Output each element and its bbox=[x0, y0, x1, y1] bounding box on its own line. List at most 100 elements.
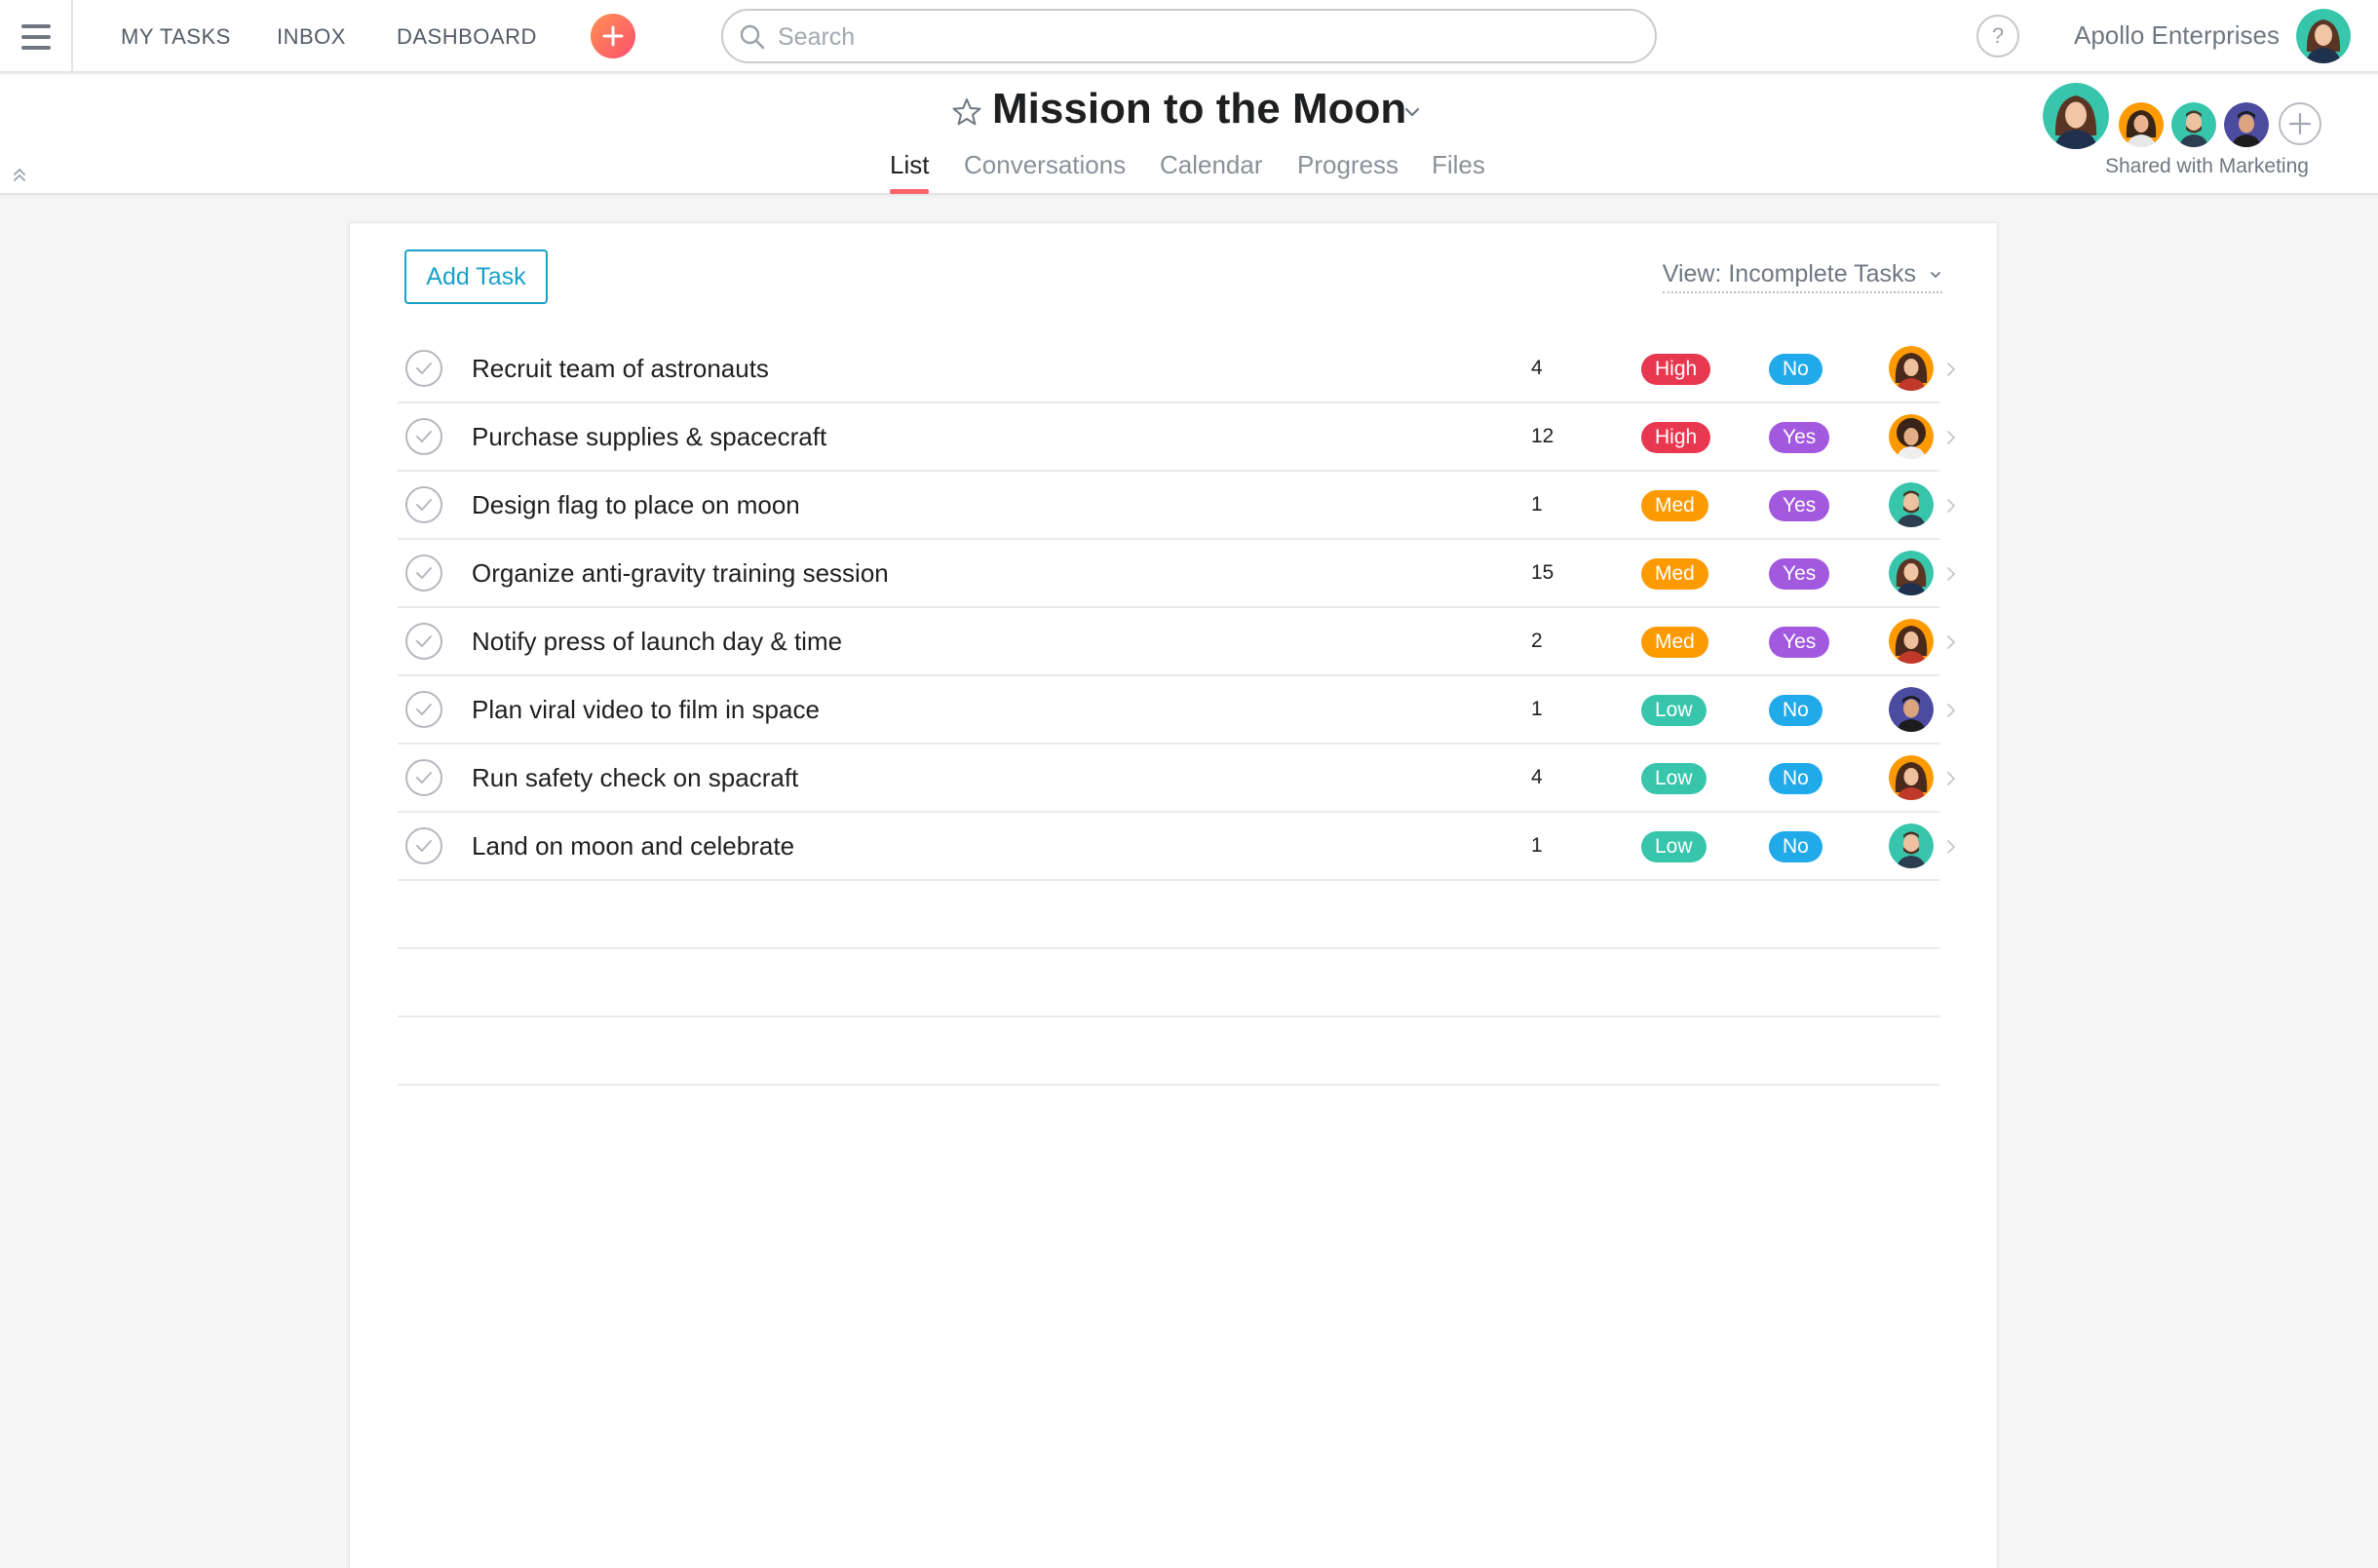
priority-badge[interactable]: Low bbox=[1641, 763, 1707, 794]
tab-calendar[interactable]: Calendar bbox=[1160, 150, 1263, 180]
add-member-button[interactable] bbox=[2279, 102, 2321, 145]
search-input[interactable] bbox=[778, 19, 1635, 56]
task-name[interactable]: Recruit team of astronauts bbox=[472, 335, 769, 402]
member-avatar[interactable] bbox=[2119, 102, 2164, 147]
empty-task-row[interactable] bbox=[398, 1017, 1939, 1086]
priority-badge[interactable]: Med bbox=[1641, 627, 1708, 658]
task-count: 4 bbox=[1531, 357, 1543, 379]
avatar-image bbox=[2224, 102, 2269, 147]
task-row[interactable]: Design flag to place on moon 1 Med Yes bbox=[398, 472, 1956, 540]
complete-task-checkbox[interactable] bbox=[405, 350, 442, 387]
chevron-right-icon[interactable] bbox=[1945, 633, 1957, 651]
empty-task-row[interactable] bbox=[398, 949, 1939, 1017]
yes-no-badge[interactable]: Yes bbox=[1769, 627, 1830, 658]
tab-conversations[interactable]: Conversations bbox=[964, 150, 1126, 180]
avatar-image bbox=[2171, 102, 2216, 147]
complete-task-checkbox[interactable] bbox=[405, 418, 442, 455]
task-row[interactable]: Organize anti-gravity training session 15… bbox=[398, 540, 1956, 608]
complete-task-checkbox[interactable] bbox=[405, 759, 442, 796]
assignee-avatar[interactable] bbox=[1889, 346, 1934, 391]
priority-badge[interactable]: Low bbox=[1641, 831, 1707, 862]
menu-icon[interactable] bbox=[0, 0, 73, 73]
project-tabs: List Conversations Calendar Progress Fil… bbox=[0, 150, 2378, 195]
help-button[interactable]: ? bbox=[1976, 15, 2019, 57]
tab-list[interactable]: List bbox=[890, 150, 929, 180]
avatar-image bbox=[1889, 551, 1934, 595]
complete-task-checkbox[interactable] bbox=[405, 623, 442, 660]
chevron-down-icon bbox=[1931, 272, 1940, 279]
assignee-avatar[interactable] bbox=[1889, 482, 1934, 527]
task-name[interactable]: Purchase supplies & spacecraft bbox=[472, 403, 826, 470]
task-name[interactable]: Plan viral video to film in space bbox=[472, 676, 820, 743]
complete-task-checkbox[interactable] bbox=[405, 827, 442, 864]
yes-no-badge[interactable]: No bbox=[1769, 763, 1822, 794]
assignee-avatar[interactable] bbox=[1889, 551, 1934, 595]
task-name[interactable]: Run safety check on spacraft bbox=[472, 745, 798, 811]
task-name[interactable]: Design flag to place on moon bbox=[472, 472, 800, 538]
quick-add-button[interactable] bbox=[591, 14, 635, 58]
priority-badge[interactable]: High bbox=[1641, 422, 1711, 453]
task-name[interactable]: Organize anti-gravity training session bbox=[472, 540, 889, 606]
project-header: Mission to the Moon List Conversations C… bbox=[0, 75, 2378, 195]
chevron-right-icon[interactable] bbox=[1945, 838, 1957, 856]
checkmark-icon bbox=[416, 772, 432, 784]
avatar-image bbox=[1889, 755, 1934, 800]
empty-task-row[interactable] bbox=[398, 881, 1939, 949]
assignee-avatar[interactable] bbox=[1889, 414, 1934, 459]
task-name[interactable]: Land on moon and celebrate bbox=[472, 813, 794, 879]
assignee-avatar[interactable] bbox=[1889, 687, 1934, 732]
nav-inbox[interactable]: INBOX bbox=[277, 0, 346, 73]
add-task-button[interactable]: Add Task bbox=[404, 249, 548, 304]
complete-task-checkbox[interactable] bbox=[405, 691, 442, 728]
member-avatar[interactable] bbox=[2224, 102, 2269, 147]
nav-my-tasks[interactable]: MY TASKS bbox=[121, 0, 231, 73]
task-name[interactable]: Notify press of launch day & time bbox=[472, 608, 842, 674]
task-row[interactable]: Purchase supplies & spacecraft 12 High Yes bbox=[398, 403, 1956, 472]
yes-no-badge[interactable]: Yes bbox=[1769, 490, 1830, 521]
task-row[interactable]: Land on moon and celebrate 1 Low No bbox=[398, 813, 1956, 881]
priority-badge[interactable]: Med bbox=[1641, 490, 1708, 521]
priority-badge[interactable]: High bbox=[1641, 354, 1711, 385]
member-avatar[interactable] bbox=[2171, 102, 2216, 147]
checkmark-icon bbox=[416, 840, 432, 852]
priority-badge[interactable]: Med bbox=[1641, 558, 1708, 590]
search-bar[interactable] bbox=[721, 9, 1657, 63]
chevron-right-icon[interactable] bbox=[1945, 565, 1957, 583]
chevron-right-icon[interactable] bbox=[1945, 429, 1957, 446]
user-avatar[interactable] bbox=[2296, 9, 2351, 63]
collapse-icon[interactable] bbox=[10, 166, 29, 185]
chevron-right-icon[interactable] bbox=[1945, 702, 1957, 719]
yes-no-badge[interactable]: Yes bbox=[1769, 422, 1830, 453]
chevron-right-icon[interactable] bbox=[1945, 361, 1957, 378]
shared-with-label: Shared with Marketing bbox=[2105, 155, 2309, 177]
task-row[interactable]: Plan viral video to film in space 1 Low No bbox=[398, 676, 1956, 745]
yes-no-badge[interactable]: No bbox=[1769, 354, 1822, 385]
task-count: 1 bbox=[1531, 834, 1543, 857]
task-row[interactable]: Notify press of launch day & time 2 Med Yes bbox=[398, 608, 1956, 676]
assignee-avatar[interactable] bbox=[1889, 755, 1934, 800]
complete-task-checkbox[interactable] bbox=[405, 486, 442, 523]
yes-no-badge[interactable]: No bbox=[1769, 831, 1822, 862]
task-row[interactable]: Recruit team of astronauts 4 High No bbox=[398, 335, 1956, 403]
avatar-image bbox=[1889, 482, 1934, 527]
priority-badge[interactable]: Low bbox=[1641, 695, 1707, 726]
chevron-right-icon[interactable] bbox=[1945, 497, 1957, 515]
complete-task-checkbox[interactable] bbox=[405, 555, 442, 592]
tab-files[interactable]: Files bbox=[1432, 150, 1485, 180]
task-count: 1 bbox=[1531, 698, 1543, 720]
member-avatar[interactable] bbox=[2043, 83, 2109, 149]
assignee-avatar[interactable] bbox=[1889, 619, 1934, 664]
avatar-image bbox=[1889, 687, 1934, 732]
org-name[interactable]: Apollo Enterprises bbox=[2074, 0, 2280, 73]
project-title: Mission to the Moon bbox=[992, 85, 1407, 133]
nav-dashboard[interactable]: DASHBOARD bbox=[397, 0, 537, 73]
view-filter-dropdown[interactable]: View: Incomplete Tasks bbox=[1662, 260, 1942, 293]
yes-no-badge[interactable]: Yes bbox=[1769, 558, 1830, 590]
star-icon[interactable] bbox=[950, 96, 983, 129]
task-row[interactable]: Run safety check on spacraft 4 Low No bbox=[398, 745, 1956, 813]
tab-progress[interactable]: Progress bbox=[1297, 150, 1399, 180]
assignee-avatar[interactable] bbox=[1889, 823, 1934, 868]
chevron-down-icon[interactable] bbox=[1401, 101, 1423, 123]
yes-no-badge[interactable]: No bbox=[1769, 695, 1822, 726]
chevron-right-icon[interactable] bbox=[1945, 770, 1957, 787]
